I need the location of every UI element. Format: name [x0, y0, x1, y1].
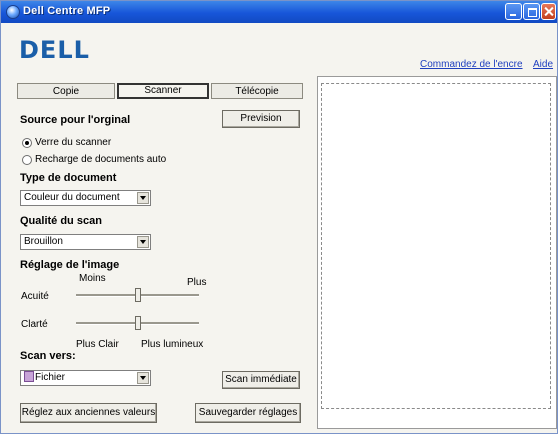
source-glass-radio[interactable]: [22, 138, 32, 148]
more-label: Plus: [187, 277, 207, 288]
scan-to-value: Fichier: [35, 372, 66, 383]
order-ink-link[interactable]: Commandez de l'encre: [420, 59, 523, 70]
maximize-button[interactable]: [523, 3, 540, 20]
scan-to-select[interactable]: Fichier: [20, 370, 151, 386]
title-bar[interactable]: Dell Centre MFP: [1, 1, 557, 23]
sharpness-slider-thumb[interactable]: [134, 288, 141, 302]
quality-heading: Qualité du scan: [20, 215, 102, 227]
doc-type-heading: Type de document: [20, 172, 117, 184]
quality-value: Brouillon: [24, 236, 63, 247]
tab-fax[interactable]: Télécopie: [211, 83, 303, 99]
reset-settings-button[interactable]: Réglez aux anciennes valeurs: [20, 403, 157, 423]
preview-area: [321, 83, 551, 409]
dell-app-icon: [6, 5, 20, 19]
window-title: Dell Centre MFP: [23, 5, 111, 17]
preview-panel: [317, 76, 557, 429]
close-button[interactable]: [541, 3, 556, 20]
quality-select[interactable]: Brouillon: [20, 234, 151, 250]
source-glass-label: Verre du scanner: [35, 137, 112, 148]
lighter-label: Plus Clair: [76, 339, 119, 350]
sharpness-label: Acuité: [21, 291, 49, 302]
doc-type-value: Couleur du document: [24, 192, 120, 203]
chevron-down-icon[interactable]: [137, 192, 149, 204]
scan-to-heading: Scan vers:: [20, 350, 76, 362]
source-adf-radio[interactable]: [22, 155, 32, 165]
source-adf-label: Recharge de documents auto: [35, 154, 167, 165]
brightness-slider-thumb[interactable]: [134, 316, 141, 330]
doc-type-select[interactable]: Couleur du document: [20, 190, 151, 206]
brightness-label: Clarté: [21, 319, 48, 330]
preview-button[interactable]: Prevision: [222, 110, 300, 128]
tab-copy[interactable]: Copie: [17, 83, 115, 99]
less-label: Moins: [79, 273, 106, 284]
app-window: Dell Centre MFP DELL Commandez de l'encr…: [0, 0, 558, 434]
tab-scanner[interactable]: Scanner: [117, 83, 209, 99]
save-settings-button[interactable]: Sauvegarder réglages: [195, 403, 301, 423]
chevron-down-icon[interactable]: [137, 372, 149, 384]
help-link[interactable]: Aide: [533, 59, 553, 70]
chevron-down-icon[interactable]: [137, 236, 149, 248]
minimize-button[interactable]: [505, 3, 522, 20]
dell-logo: DELL: [19, 36, 90, 64]
brighter-label: Plus lumineux: [141, 339, 204, 350]
file-icon: [24, 371, 34, 382]
source-heading: Source pour l'orginal: [20, 114, 131, 126]
scan-now-button[interactable]: Scan immédiate: [222, 371, 300, 389]
image-adjust-heading: Réglage de l'image: [20, 259, 120, 271]
